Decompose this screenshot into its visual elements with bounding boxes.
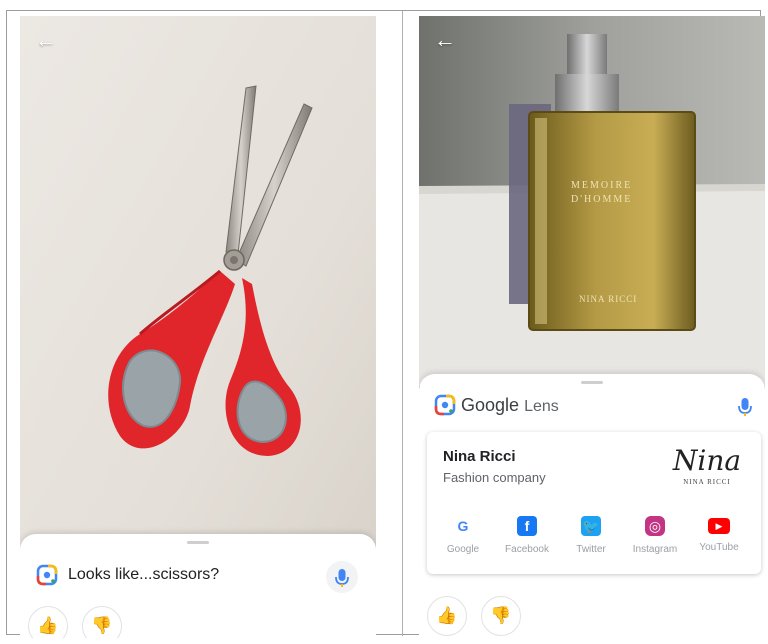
google-lens-icon [36,564,58,586]
entity-title: Nina Ricci [443,448,516,465]
thumbs-down-icon: 👎 [490,606,512,625]
google-link[interactable]: G Google [433,516,493,555]
voice-search-button[interactable] [729,390,761,422]
link-row: G Google f Facebook 🐦 Twitter ◎ Instagra… [427,516,761,566]
lens-query-text[interactable]: Looks like...scissors? [68,566,219,584]
back-arrow-icon[interactable]: ← [433,28,457,52]
instagram-link[interactable]: ◎ Instagram [625,516,685,555]
link-label: Twitter [576,544,606,555]
thumbs-up-button[interactable]: 👍 [427,596,467,636]
entity-result-card[interactable]: Nina Ricci Fashion company Nina NINA RIC… [427,432,761,574]
google-lens-title: Google Lens [461,395,559,416]
panel-divider [402,11,403,636]
bottle-label-mid: D'HOMME [571,194,632,205]
thumbs-up-icon: 👍 [37,616,59,635]
sheet-drag-handle[interactable] [187,541,209,544]
entity-subtitle: Fashion company [443,470,546,485]
back-arrow-icon[interactable]: ← [34,28,58,52]
microphone-icon [738,398,752,416]
thumbs-up-icon: 👍 [436,606,458,625]
link-label: Google [446,544,480,555]
left-lens-screen: ← Looks like...scissors? 👍 👎 [20,16,376,638]
google-g-icon: G [457,518,469,534]
lens-result-sheet: Google Lens Nina Ricci Fashion company N… [419,374,765,638]
facebook-icon: f [517,516,537,536]
google-lens-icon [434,394,456,416]
thumbs-up-button[interactable]: 👍 [28,606,68,638]
youtube-icon: ▶ [708,518,730,534]
thumbs-down-button[interactable]: 👎 [82,606,122,638]
logo-caption: NINA RICCI [683,478,731,486]
lens-wordmark: Lens [524,398,559,415]
lens-result-sheet: Looks like...scissors? 👍 👎 [20,534,376,638]
link-label: Facebook [505,544,549,555]
twitter-link[interactable]: 🐦 Twitter [561,516,621,555]
microphone-icon [335,569,349,587]
facebook-link[interactable]: f Facebook [497,516,557,555]
thumbs-down-button[interactable]: 👎 [481,596,521,636]
sheet-drag-handle[interactable] [581,381,603,384]
right-lens-screen: MEMOIRE D'HOMME NINA RICCI ← Google Lens… [419,16,765,638]
logo-script: Nina [672,444,742,477]
link-label: Instagram [632,544,678,555]
bottle-label-bottom: NINA RICCI [579,294,637,304]
bottle-label-top: MEMOIRE [571,180,632,191]
google-wordmark: Google [461,395,520,415]
twitter-icon: 🐦 [581,516,601,536]
nina-ricci-logo: Nina NINA RICCI [665,444,749,498]
thumbs-down-icon: 👎 [91,616,113,635]
youtube-link[interactable]: ▶ YouTube [689,516,749,553]
instagram-icon: ◎ [645,516,665,536]
link-label: YouTube [699,542,739,553]
voice-search-button[interactable] [326,561,358,593]
